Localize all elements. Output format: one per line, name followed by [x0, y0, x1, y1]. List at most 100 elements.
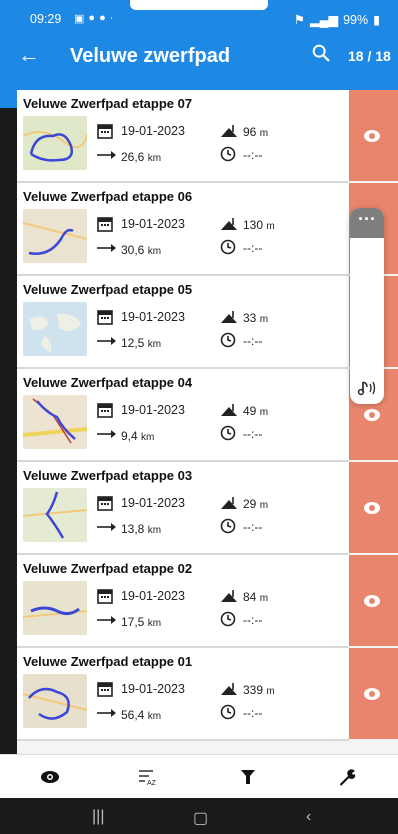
- eye-icon[interactable]: [359, 126, 385, 146]
- route-distance-value: 56,4: [121, 708, 145, 722]
- route-row[interactable]: Veluwe Zwerfpad etappe 07 19-01-2023 96 …: [17, 90, 398, 183]
- route-row[interactable]: Veluwe Zwerfpad etappe 05 19-01-2023 33 …: [17, 276, 398, 369]
- clock-icon: [220, 425, 236, 441]
- route-distance-unit: km: [147, 525, 162, 536]
- route-distance-value: 26,6: [121, 150, 145, 164]
- page-title: Veluwe zwerfpad: [70, 45, 231, 67]
- route-date: 19-01-2023: [121, 124, 185, 138]
- clock-icon: [220, 611, 236, 627]
- audio-icon[interactable]: [357, 378, 379, 398]
- route-row[interactable]: Veluwe Zwerfpad etappe 04 19-01-2023 49 …: [17, 369, 398, 462]
- route-climb-value: 49: [243, 404, 257, 418]
- route-distance-unit: km: [147, 711, 162, 722]
- route-climb-value: 339: [243, 683, 264, 697]
- route-map-thumbnail: [23, 395, 87, 449]
- route-distance-value: 12,5: [121, 336, 145, 350]
- svg-text:AZ: AZ: [147, 780, 157, 786]
- eye-icon[interactable]: [359, 684, 385, 704]
- app-bar: ← Veluwe zwerfpad 18 / 18: [0, 36, 398, 88]
- status-icons: ▣ ● ● ·: [74, 12, 113, 25]
- route-climb-unit: m: [259, 500, 269, 511]
- gallery-icon: ▣: [74, 13, 85, 25]
- clock-icon: [220, 146, 236, 162]
- route-name: Veluwe Zwerfpad etappe 04: [23, 375, 193, 390]
- dot-icon: ·: [109, 12, 114, 24]
- route-row[interactable]: Veluwe Zwerfpad etappe 01 19-01-2023 339…: [17, 648, 398, 741]
- more-options-icon[interactable]: ···: [350, 208, 384, 238]
- calendar-icon: [97, 403, 113, 418]
- route-name: Veluwe Zwerfpad etappe 02: [23, 561, 193, 576]
- search-icon[interactable]: [310, 42, 332, 64]
- eye-icon: [40, 771, 59, 783]
- route-climb: 29 m: [243, 497, 268, 511]
- route-duration: --:--: [243, 241, 263, 255]
- route-climb-unit: m: [259, 128, 269, 139]
- route-date: 19-01-2023: [121, 310, 185, 324]
- route-distance: 9,4 km: [121, 429, 154, 443]
- route-map-thumbnail: [23, 302, 87, 356]
- clock-icon: [220, 704, 236, 720]
- route-climb-unit: m: [259, 593, 269, 604]
- route-distance: 17,5 km: [121, 615, 161, 629]
- route-duration: --:--: [243, 148, 263, 162]
- status-right: ⚑ ▂▄▆ 99% ▮: [293, 12, 380, 28]
- eye-icon[interactable]: [359, 591, 385, 611]
- route-distance-value: 13,8: [121, 522, 145, 536]
- home-icon[interactable]: ▢: [193, 808, 208, 828]
- status-bar: 09:29 ▣ ● ● · ⚑ ▂▄▆ 99% ▮: [30, 12, 380, 28]
- route-climb: 49 m: [243, 404, 268, 418]
- climb-icon: [221, 590, 237, 602]
- calendar-icon: [97, 496, 113, 511]
- route-name: Veluwe Zwerfpad etappe 01: [23, 654, 193, 669]
- route-distance-unit: km: [147, 618, 162, 629]
- clock-icon: [220, 518, 236, 534]
- route-climb-unit: m: [259, 407, 269, 418]
- climb-icon: [221, 218, 237, 230]
- route-distance: 26,6 km: [121, 150, 161, 164]
- back-arrow-icon[interactable]: ←: [18, 42, 40, 68]
- route-distance: 12,5 km: [121, 336, 161, 350]
- route-climb: 96 m: [243, 125, 268, 139]
- route-date: 19-01-2023: [121, 589, 185, 603]
- sort-az-icon: AZ: [138, 770, 157, 786]
- route-date: 19-01-2023: [121, 682, 185, 696]
- route-row[interactable]: Veluwe Zwerfpad etappe 03 19-01-2023 29 …: [17, 462, 398, 555]
- distance-arrow-icon: [97, 616, 116, 624]
- back-nav-icon[interactable]: ‹: [306, 808, 311, 826]
- route-distance: 13,8 km: [121, 522, 161, 536]
- route-climb-unit: m: [266, 221, 275, 232]
- recent-apps-icon[interactable]: |||: [92, 808, 104, 826]
- sort-button[interactable]: AZ: [99, 755, 198, 799]
- floating-side-panel[interactable]: ···: [350, 208, 384, 404]
- route-distance: 56,4 km: [121, 708, 161, 722]
- climb-icon: [221, 125, 237, 137]
- route-date: 19-01-2023: [121, 496, 185, 510]
- eye-icon[interactable]: [359, 498, 385, 518]
- distance-arrow-icon: [97, 430, 116, 438]
- status-time: 09:29: [30, 12, 62, 26]
- filter-button[interactable]: [198, 755, 297, 799]
- route-climb-value: 84: [243, 590, 257, 604]
- route-name: Veluwe Zwerfpad etappe 07: [23, 96, 193, 111]
- route-map-thumbnail: [23, 209, 87, 263]
- calendar-icon: [97, 124, 113, 139]
- system-nav-bar: ||| ▢ ‹: [0, 798, 398, 834]
- route-map-thumbnail: [23, 581, 87, 635]
- route-date: 19-01-2023: [121, 217, 185, 231]
- calendar-icon: [97, 217, 113, 232]
- route-duration: --:--: [243, 427, 263, 441]
- climb-icon: [221, 683, 237, 695]
- route-row[interactable]: Veluwe Zwerfpad etappe 02 19-01-2023 84 …: [17, 555, 398, 648]
- route-distance: 30,6 km: [121, 243, 161, 257]
- location-icon: ⚑: [293, 13, 305, 27]
- route-distance-value: 9,4: [121, 429, 138, 443]
- distance-arrow-icon: [97, 151, 116, 159]
- route-duration: --:--: [243, 706, 263, 720]
- eye-icon[interactable]: [359, 405, 385, 425]
- clock-icon: [220, 332, 236, 348]
- route-row[interactable]: Veluwe Zwerfpad etappe 06 19-01-2023 130…: [17, 183, 398, 276]
- route-climb-unit: m: [259, 314, 269, 325]
- tools-button[interactable]: [297, 755, 396, 799]
- show-all-button[interactable]: [0, 755, 99, 799]
- route-climb-unit: m: [266, 686, 275, 697]
